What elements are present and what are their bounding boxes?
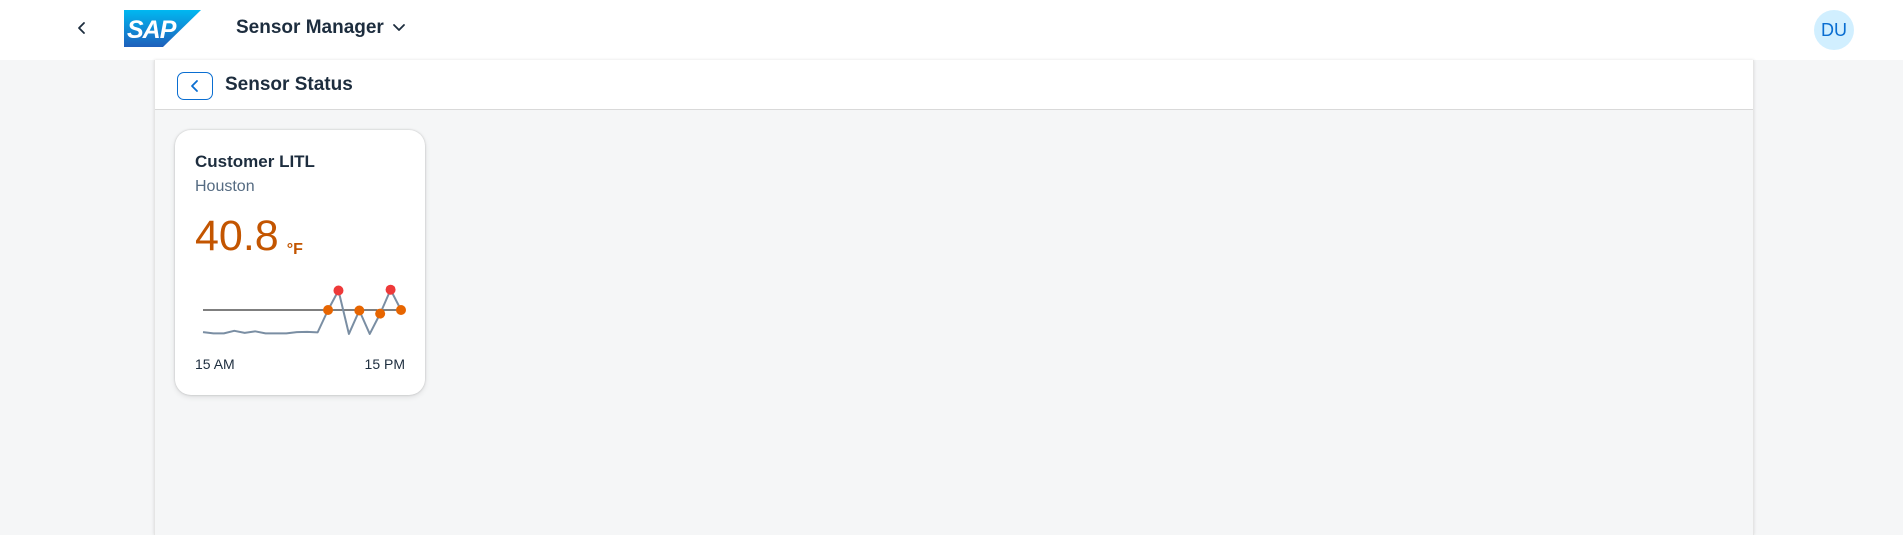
svg-text:SAP: SAP bbox=[127, 16, 177, 44]
back-icon[interactable] bbox=[70, 16, 94, 40]
series-line bbox=[202, 288, 402, 335]
app-title-menu[interactable]: Sensor Manager bbox=[236, 16, 406, 40]
error-data-point bbox=[333, 285, 344, 296]
page-container: Sensor Status Customer LITL Houston 40.8… bbox=[154, 60, 1754, 535]
page-header: Sensor Status bbox=[155, 60, 1753, 110]
sensor-tile[interactable]: Customer LITL Houston 40.8 °F 15 AM 15 P… bbox=[175, 130, 425, 395]
warning-data-point bbox=[375, 308, 386, 319]
app-title: Sensor Manager bbox=[236, 17, 384, 38]
chevron-down-icon bbox=[392, 24, 405, 31]
sap-logo[interactable]: SAP bbox=[124, 10, 201, 47]
avatar-initials: DU bbox=[1821, 19, 1847, 40]
page-title: Sensor Status bbox=[225, 74, 353, 95]
x-axis-end-label: 15 PM bbox=[364, 356, 405, 372]
shell-bar: SAP Sensor Manager DU bbox=[0, 0, 1903, 60]
kpi-unit: °F bbox=[286, 241, 303, 258]
error-data-point bbox=[385, 284, 396, 295]
kpi-value: 40.8 bbox=[195, 212, 279, 260]
tile-subtitle: Houston bbox=[195, 178, 255, 195]
chevron-left-icon bbox=[191, 80, 198, 92]
kpi: 40.8 °F bbox=[195, 212, 303, 261]
nav-back-button[interactable] bbox=[177, 72, 213, 100]
warning-data-point bbox=[323, 305, 334, 315]
user-avatar[interactable]: DU bbox=[1814, 10, 1854, 50]
x-axis-start-label: 15 AM bbox=[195, 356, 235, 372]
tile-title: Customer LITL bbox=[195, 152, 315, 171]
warning-data-point bbox=[396, 305, 406, 315]
sensor-line-chart bbox=[202, 284, 406, 335]
warning-data-point bbox=[354, 305, 365, 316]
